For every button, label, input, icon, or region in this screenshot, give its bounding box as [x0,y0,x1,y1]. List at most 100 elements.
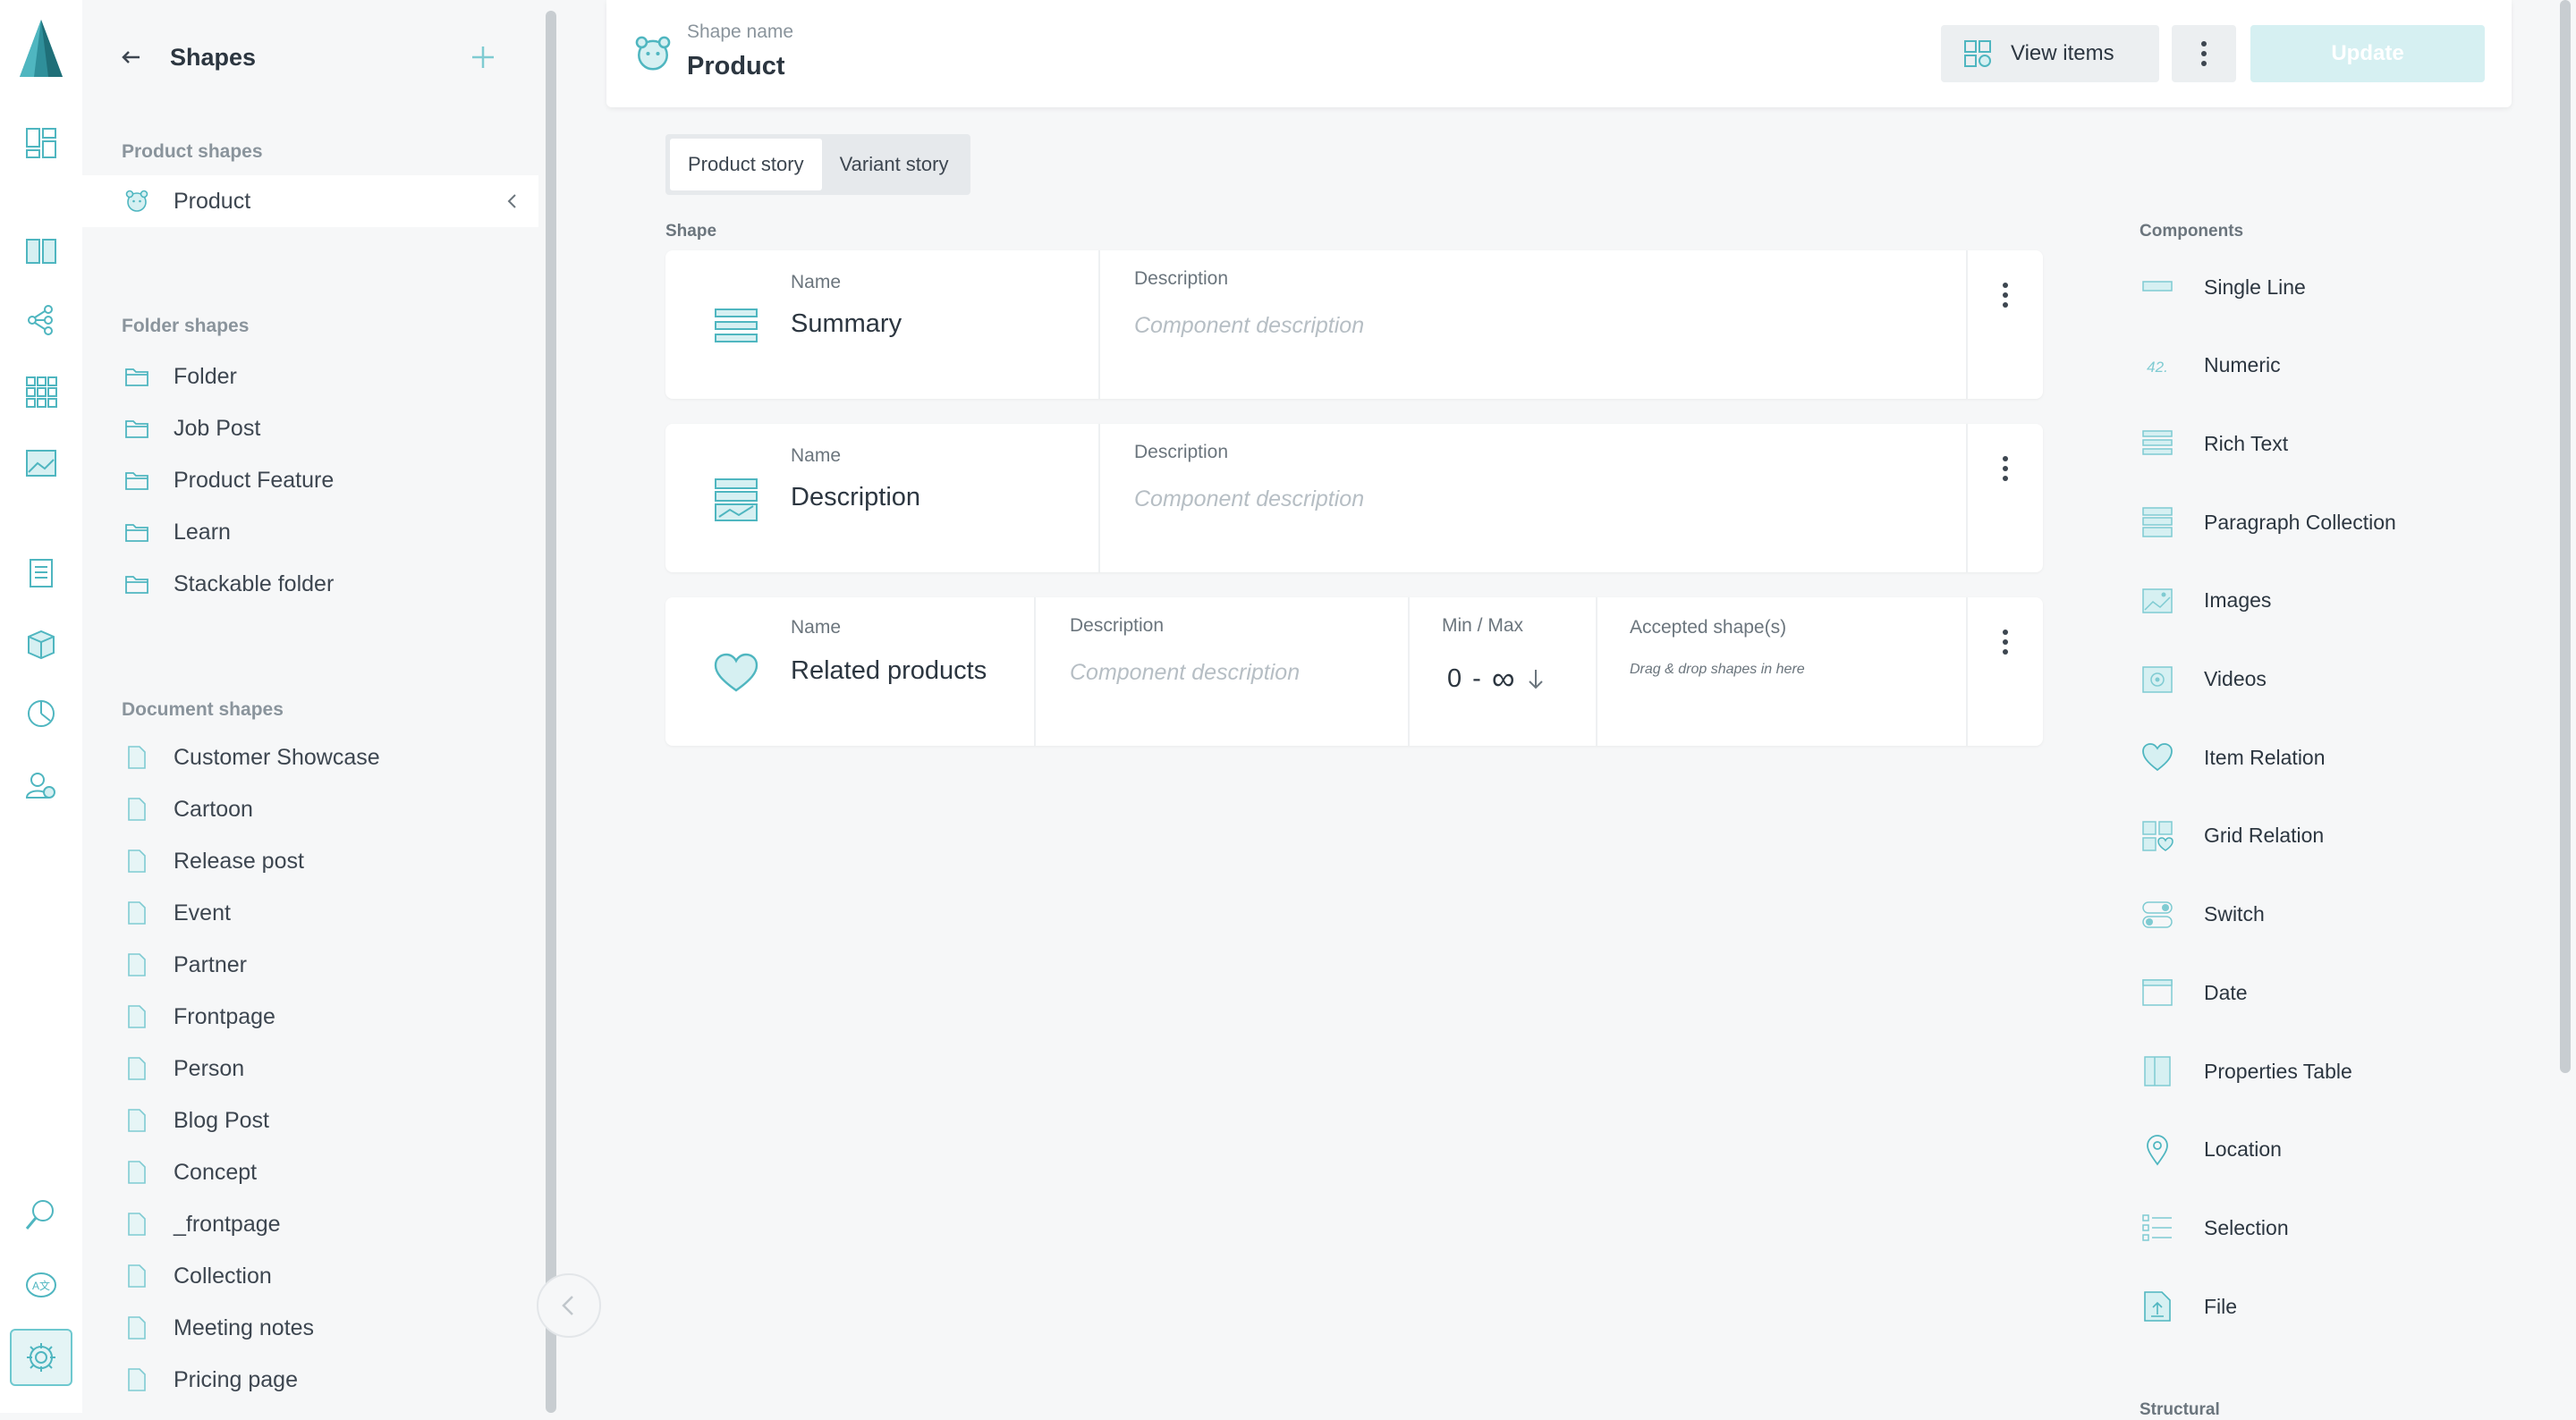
min-value-input[interactable]: 0 [1447,664,1462,694]
sidebar-item[interactable]: Folder [82,351,538,402]
accepted-shapes-dropzone[interactable]: Drag & drop shapes in here [1630,662,1805,678]
component-heart[interactable]: Item Relation [2140,735,2326,780]
shape-section-label: Shape [665,222,717,241]
divider [1034,597,1036,746]
folder-shapes-heading: Folder shapes [122,316,250,336]
image-gallery-icon[interactable] [21,444,61,483]
sidebar-item[interactable]: _frontpage [82,1198,538,1250]
component-rich-text[interactable]: Rich Text [2140,421,2288,466]
sidebar-item[interactable]: Learn [82,506,538,558]
component-paragraph-collection[interactable]: Paragraph Collection [2140,500,2396,545]
divider [1596,597,1597,746]
component-description-input[interactable]: Component description [1134,313,1364,339]
component-single-line[interactable]: Single Line [2140,265,2306,309]
update-button[interactable]: Update [2250,25,2485,82]
min-max-dash: - [1472,664,1481,693]
main-scrollbar[interactable] [2560,0,2571,1073]
component-card-related-products[interactable]: Name Related products Description Compon… [665,597,2043,746]
component-name-input[interactable]: Summary [791,309,902,339]
sidebar-item[interactable]: Meeting notes [82,1302,538,1354]
sidebar-item[interactable]: Frontpage [82,991,538,1043]
back-arrow-icon[interactable] [118,44,145,71]
component-grid-relation[interactable]: Grid Relation [2140,814,2324,858]
dashboard-icon[interactable] [21,123,61,163]
component-location[interactable]: Location [2140,1128,2282,1172]
sidebar-item[interactable]: Partner [82,939,538,991]
sidebar-item[interactable]: Product Feature [82,454,538,506]
divider [1098,250,1100,399]
document-icon [123,1107,150,1134]
document-icon [123,796,150,823]
search-icon[interactable] [21,1195,61,1234]
catalogue-book-icon[interactable] [21,231,61,270]
sidebar-item-product[interactable]: Product [82,175,538,227]
sidebar-item[interactable]: Customer Showcase [82,731,538,783]
location-icon [2140,1132,2175,1168]
topics-tree-icon[interactable] [21,300,61,340]
sidebar-item-label: Event [174,900,231,926]
component-file[interactable]: File [2140,1284,2237,1329]
sidebar-item[interactable]: Release post [82,835,538,887]
sidebar-item-label: Release post [174,848,304,874]
sidebar-scrollbar[interactable] [546,11,556,1413]
sidebar-item[interactable]: Job Post [82,402,538,454]
component-description-input[interactable]: Component description [1070,660,1300,686]
tab-variant-story[interactable]: Variant story [822,139,967,190]
component-card-summary[interactable]: Name Summary Description Component descr… [665,250,2043,399]
sidebar-item-label: Folder [174,363,237,389]
collapse-sidebar-button[interactable] [537,1273,601,1338]
svg-text:A文: A文 [32,1279,50,1292]
folder-icon [123,519,150,545]
component-properties-table[interactable]: Properties Table [2140,1049,2352,1094]
component-description-input[interactable]: Component description [1134,486,1364,512]
component-label: Date [2204,980,2248,1004]
component-videos[interactable]: Videos [2140,657,2267,702]
box-icon[interactable] [21,624,61,664]
chevron-left-icon[interactable] [501,190,524,213]
sidebar-item[interactable]: Stackable folder [82,558,538,610]
component-label: File [2204,1294,2238,1318]
app-rail: A文 [0,0,82,1413]
settings-gear-icon[interactable] [10,1329,72,1386]
sidebar-item[interactable]: Pricing page [82,1354,538,1406]
kebab-menu-icon[interactable] [1995,626,2016,658]
component-images[interactable]: Images [2140,579,2271,623]
sidebar-item[interactable]: Person [82,1043,538,1095]
document-icon [123,1263,150,1289]
view-items-button[interactable]: View items [1941,25,2159,82]
component-name-input[interactable]: Related products [791,656,987,686]
component-label: Images [2204,588,2272,613]
component-name-input[interactable]: Description [791,483,920,512]
svg-text:42.: 42. [2147,359,2168,376]
images-icon [2140,583,2175,619]
sidebar-item[interactable]: Event [82,887,538,939]
arrow-down-icon[interactable] [1525,666,1546,691]
tab-product-story[interactable]: Product story [670,139,822,190]
component-card-description[interactable]: Name Description Description Component d… [665,424,2043,572]
grid-organizer-icon[interactable] [21,372,61,411]
app-logo-icon[interactable] [16,16,66,80]
max-value-input[interactable]: ∞ [1492,660,1515,697]
sidebar-item[interactable]: Blog Post [82,1095,538,1146]
chevron-left-icon [562,1296,573,1315]
component-switch[interactable]: Switch [2140,892,2265,937]
shape-name-field[interactable]: Product [687,52,785,81]
kebab-menu-icon[interactable] [1995,279,2016,311]
divider [1408,597,1410,746]
divider [1098,424,1100,572]
component-numeric[interactable]: 42. Numeric [2140,343,2280,388]
translate-icon[interactable]: A文 [21,1266,61,1306]
pie-chart-icon[interactable] [21,694,61,733]
sidebar-item[interactable]: Cartoon [82,783,538,835]
more-options-button[interactable] [2172,25,2236,82]
add-shape-plus-icon[interactable] [467,41,499,73]
sidebar-item[interactable]: Concept [82,1146,538,1198]
sidebar-header: Shapes [118,39,256,75]
kebab-menu-icon[interactable] [1995,452,2016,485]
orders-clipboard-icon[interactable] [21,553,61,592]
component-date[interactable]: Date [2140,970,2248,1015]
customers-icon[interactable] [21,765,61,805]
component-selection[interactable]: Selection [2140,1205,2289,1250]
sidebar-item[interactable]: Collection [82,1250,538,1302]
sidebar-item-label: Cartoon [174,796,253,822]
